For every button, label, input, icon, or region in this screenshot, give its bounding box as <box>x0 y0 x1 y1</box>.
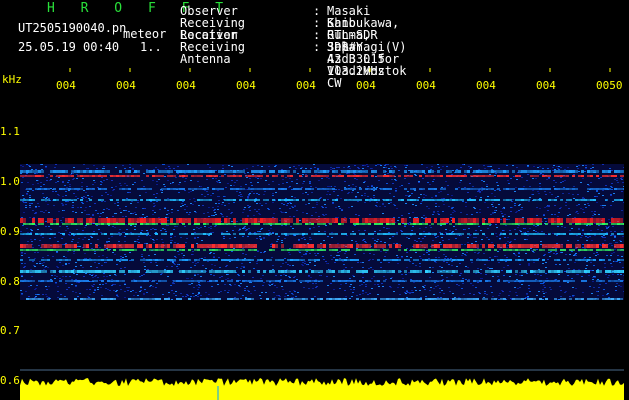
y-tick-label: 1.1 <box>0 125 20 138</box>
datetime: 25.05.19 00:40 <box>18 40 120 54</box>
power-trace <box>20 378 624 400</box>
station-info: Observer : Masaki Kano Receiving Locatio… <box>180 5 620 89</box>
x-tick-marks <box>69 68 611 72</box>
y-tick-label: 0.6 <box>0 374 20 387</box>
spectrogram <box>20 68 624 400</box>
y-tick-label: 0.9 <box>0 225 20 238</box>
info-colon: : <box>313 40 321 54</box>
y-tick-label: 0.8 <box>0 275 20 288</box>
y-tick-label: 1.0 <box>0 175 20 188</box>
info-label: Receiving Antenna <box>180 40 246 66</box>
y-tick-label: 0.7 <box>0 324 20 337</box>
frame-index: 1.. <box>140 40 162 54</box>
filename: UT2505190040.pn <box>18 21 127 35</box>
unit-label: kHz <box>2 73 22 86</box>
noise-background <box>20 164 624 300</box>
mode-label: meteor <box>123 27 167 41</box>
spectrogram-noise <box>20 164 624 300</box>
